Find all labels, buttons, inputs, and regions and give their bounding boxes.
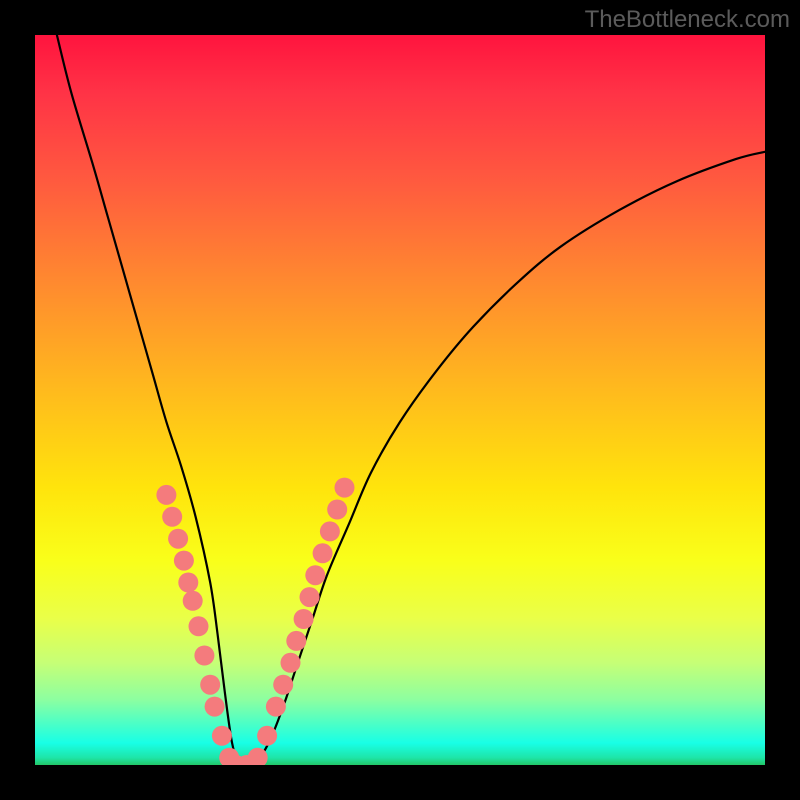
marker-dots-group (156, 478, 354, 775)
chart-frame: TheBottleneck.com (0, 0, 800, 800)
marker-dot (281, 653, 301, 673)
watermark-text: TheBottleneck.com (585, 6, 790, 34)
marker-dot (168, 529, 188, 549)
marker-dot (194, 646, 214, 666)
marker-dot (305, 565, 325, 585)
marker-dot (327, 500, 347, 520)
bottleneck-curve (57, 35, 765, 767)
marker-dot (320, 521, 340, 541)
frame-border-right (765, 0, 800, 800)
marker-dot (257, 726, 277, 746)
marker-dot (335, 478, 355, 498)
marker-dot (205, 697, 225, 717)
marker-dot (189, 616, 209, 636)
marker-dot (212, 726, 232, 746)
frame-border-bottom (0, 765, 800, 800)
marker-dot (300, 587, 320, 607)
marker-dot (162, 507, 182, 527)
marker-dot (266, 697, 286, 717)
marker-dot (183, 591, 203, 611)
chart-svg (35, 35, 765, 765)
marker-dot (294, 609, 314, 629)
marker-dot (286, 631, 306, 651)
frame-border-left (0, 0, 35, 800)
marker-dot (156, 485, 176, 505)
marker-dot (273, 675, 293, 695)
marker-dot (200, 675, 220, 695)
marker-dot (174, 551, 194, 571)
marker-dot (313, 543, 333, 563)
marker-dot (178, 573, 198, 593)
